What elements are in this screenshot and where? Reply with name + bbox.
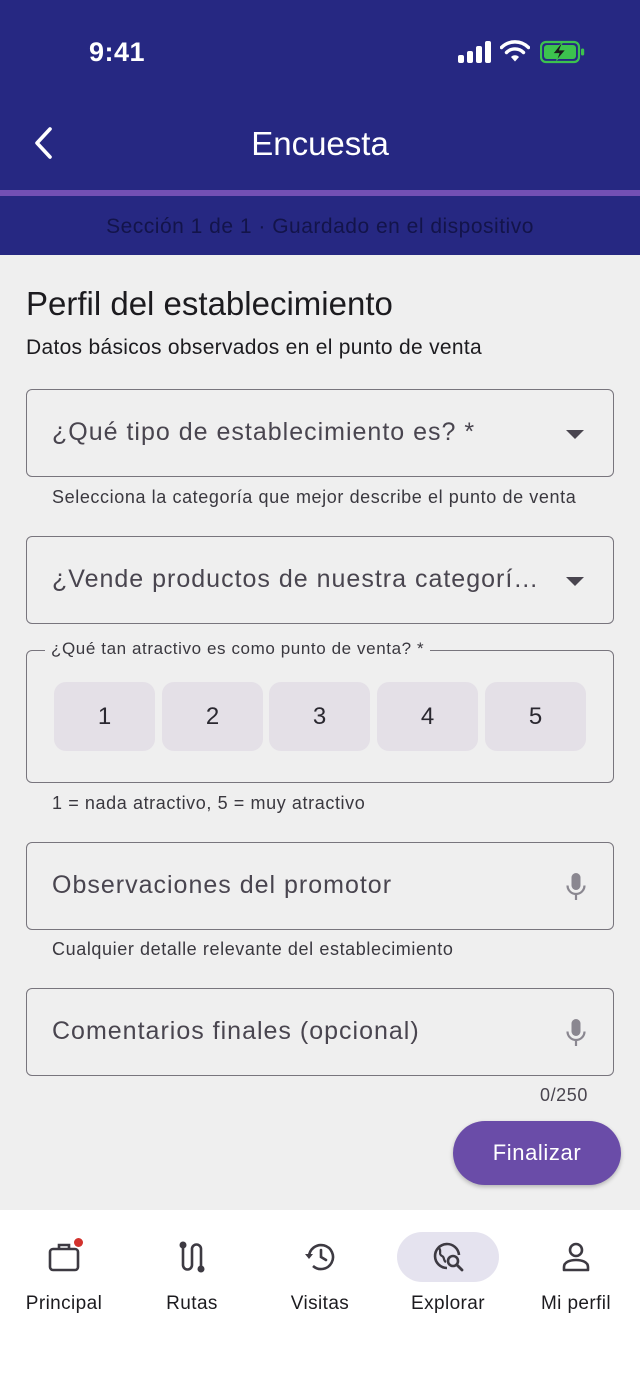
history-icon	[305, 1243, 335, 1271]
nav-item-principal[interactable]: Principal	[0, 1230, 128, 1330]
rating-option-2[interactable]: 2	[162, 682, 263, 751]
final-comments-label: Comentarios finales (opcional)	[52, 1017, 420, 1045]
form-title: Perfil del establecimiento	[26, 285, 393, 322]
app-header: 9:41 Encuesta	[0, 0, 640, 190]
sells-category-label: ¿Vende productos de nuestra categoría?	[52, 565, 543, 593]
form-subtitle: Datos básicos observados en el punto de …	[26, 336, 482, 359]
final-comments-field[interactable]: Comentarios finales (opcional)	[26, 988, 614, 1076]
finish-button[interactable]: Finalizar	[453, 1121, 621, 1185]
nav-label-mi-perfil: Mi perfil	[540, 1293, 612, 1314]
bottom-navigation: Principal Rutas Visitas Explorar Mi perf…	[0, 1210, 640, 1392]
character-counter: 0/250	[539, 1085, 588, 1105]
explore-icon	[433, 1242, 464, 1272]
attractiveness-rating-group: ¿Qué tan atractivo es como punto de vent…	[26, 639, 614, 783]
rating-option-3[interactable]: 3	[269, 682, 370, 751]
establishment-type-helper: Selecciona la categoría que mejor descri…	[52, 487, 577, 507]
survey-screen: 9:41 Encuesta Sección 1 de 1 · Guardado …	[0, 0, 640, 1392]
notification-badge	[74, 1238, 83, 1247]
sells-category-dropdown[interactable]: ¿Vende productos de nuestra categoría?	[26, 536, 614, 624]
promoter-observations-field[interactable]: Observaciones del promotor	[26, 842, 614, 930]
nav-label-principal: Principal	[25, 1293, 103, 1314]
cellular-signal-icon	[458, 41, 492, 63]
attractiveness-rating-label: ¿Qué tan atractivo es como punto de vent…	[45, 639, 431, 659]
attractiveness-helper: 1 = nada atractivo, 5 = muy atractivo	[52, 793, 366, 813]
status-time: 9:41	[89, 37, 146, 67]
establishment-type-label: ¿Qué tipo de establecimiento es? *	[52, 418, 476, 446]
dropdown-arrow-icon	[566, 430, 584, 439]
microphone-icon[interactable]	[565, 1018, 587, 1048]
dropdown-arrow-icon	[566, 577, 584, 586]
route-icon	[179, 1241, 205, 1273]
person-icon	[562, 1242, 590, 1272]
nav-item-mi-perfil[interactable]: Mi perfil	[512, 1230, 640, 1330]
wifi-icon	[500, 40, 530, 62]
rating-option-5[interactable]: 5	[485, 682, 586, 751]
nav-label-explorar: Explorar	[411, 1293, 485, 1314]
rating-option-1[interactable]: 1	[54, 682, 155, 751]
promoter-observations-label: Observaciones del promotor	[52, 871, 393, 899]
page-title: Encuesta	[251, 125, 389, 162]
nav-item-explorar[interactable]: Explorar	[384, 1230, 512, 1330]
nav-item-visitas[interactable]: Visitas	[256, 1230, 384, 1330]
survey-form: Perfil del establecimiento Datos básicos…	[0, 255, 640, 1210]
establishment-type-dropdown[interactable]: ¿Qué tipo de establecimiento es? *	[26, 389, 614, 477]
rating-option-4[interactable]: 4	[377, 682, 478, 751]
microphone-icon[interactable]	[565, 872, 587, 902]
nav-label-visitas: Visitas	[290, 1293, 350, 1314]
nav-item-rutas[interactable]: Rutas	[128, 1230, 256, 1330]
nav-label-rutas: Rutas	[166, 1293, 218, 1314]
section-progress-text: Sección 1 de 1 · Guardado en el disposit…	[106, 215, 534, 238]
promoter-observations-helper: Cualquier detalle relevante del establec…	[52, 939, 454, 959]
battery-charging-icon	[540, 40, 585, 64]
